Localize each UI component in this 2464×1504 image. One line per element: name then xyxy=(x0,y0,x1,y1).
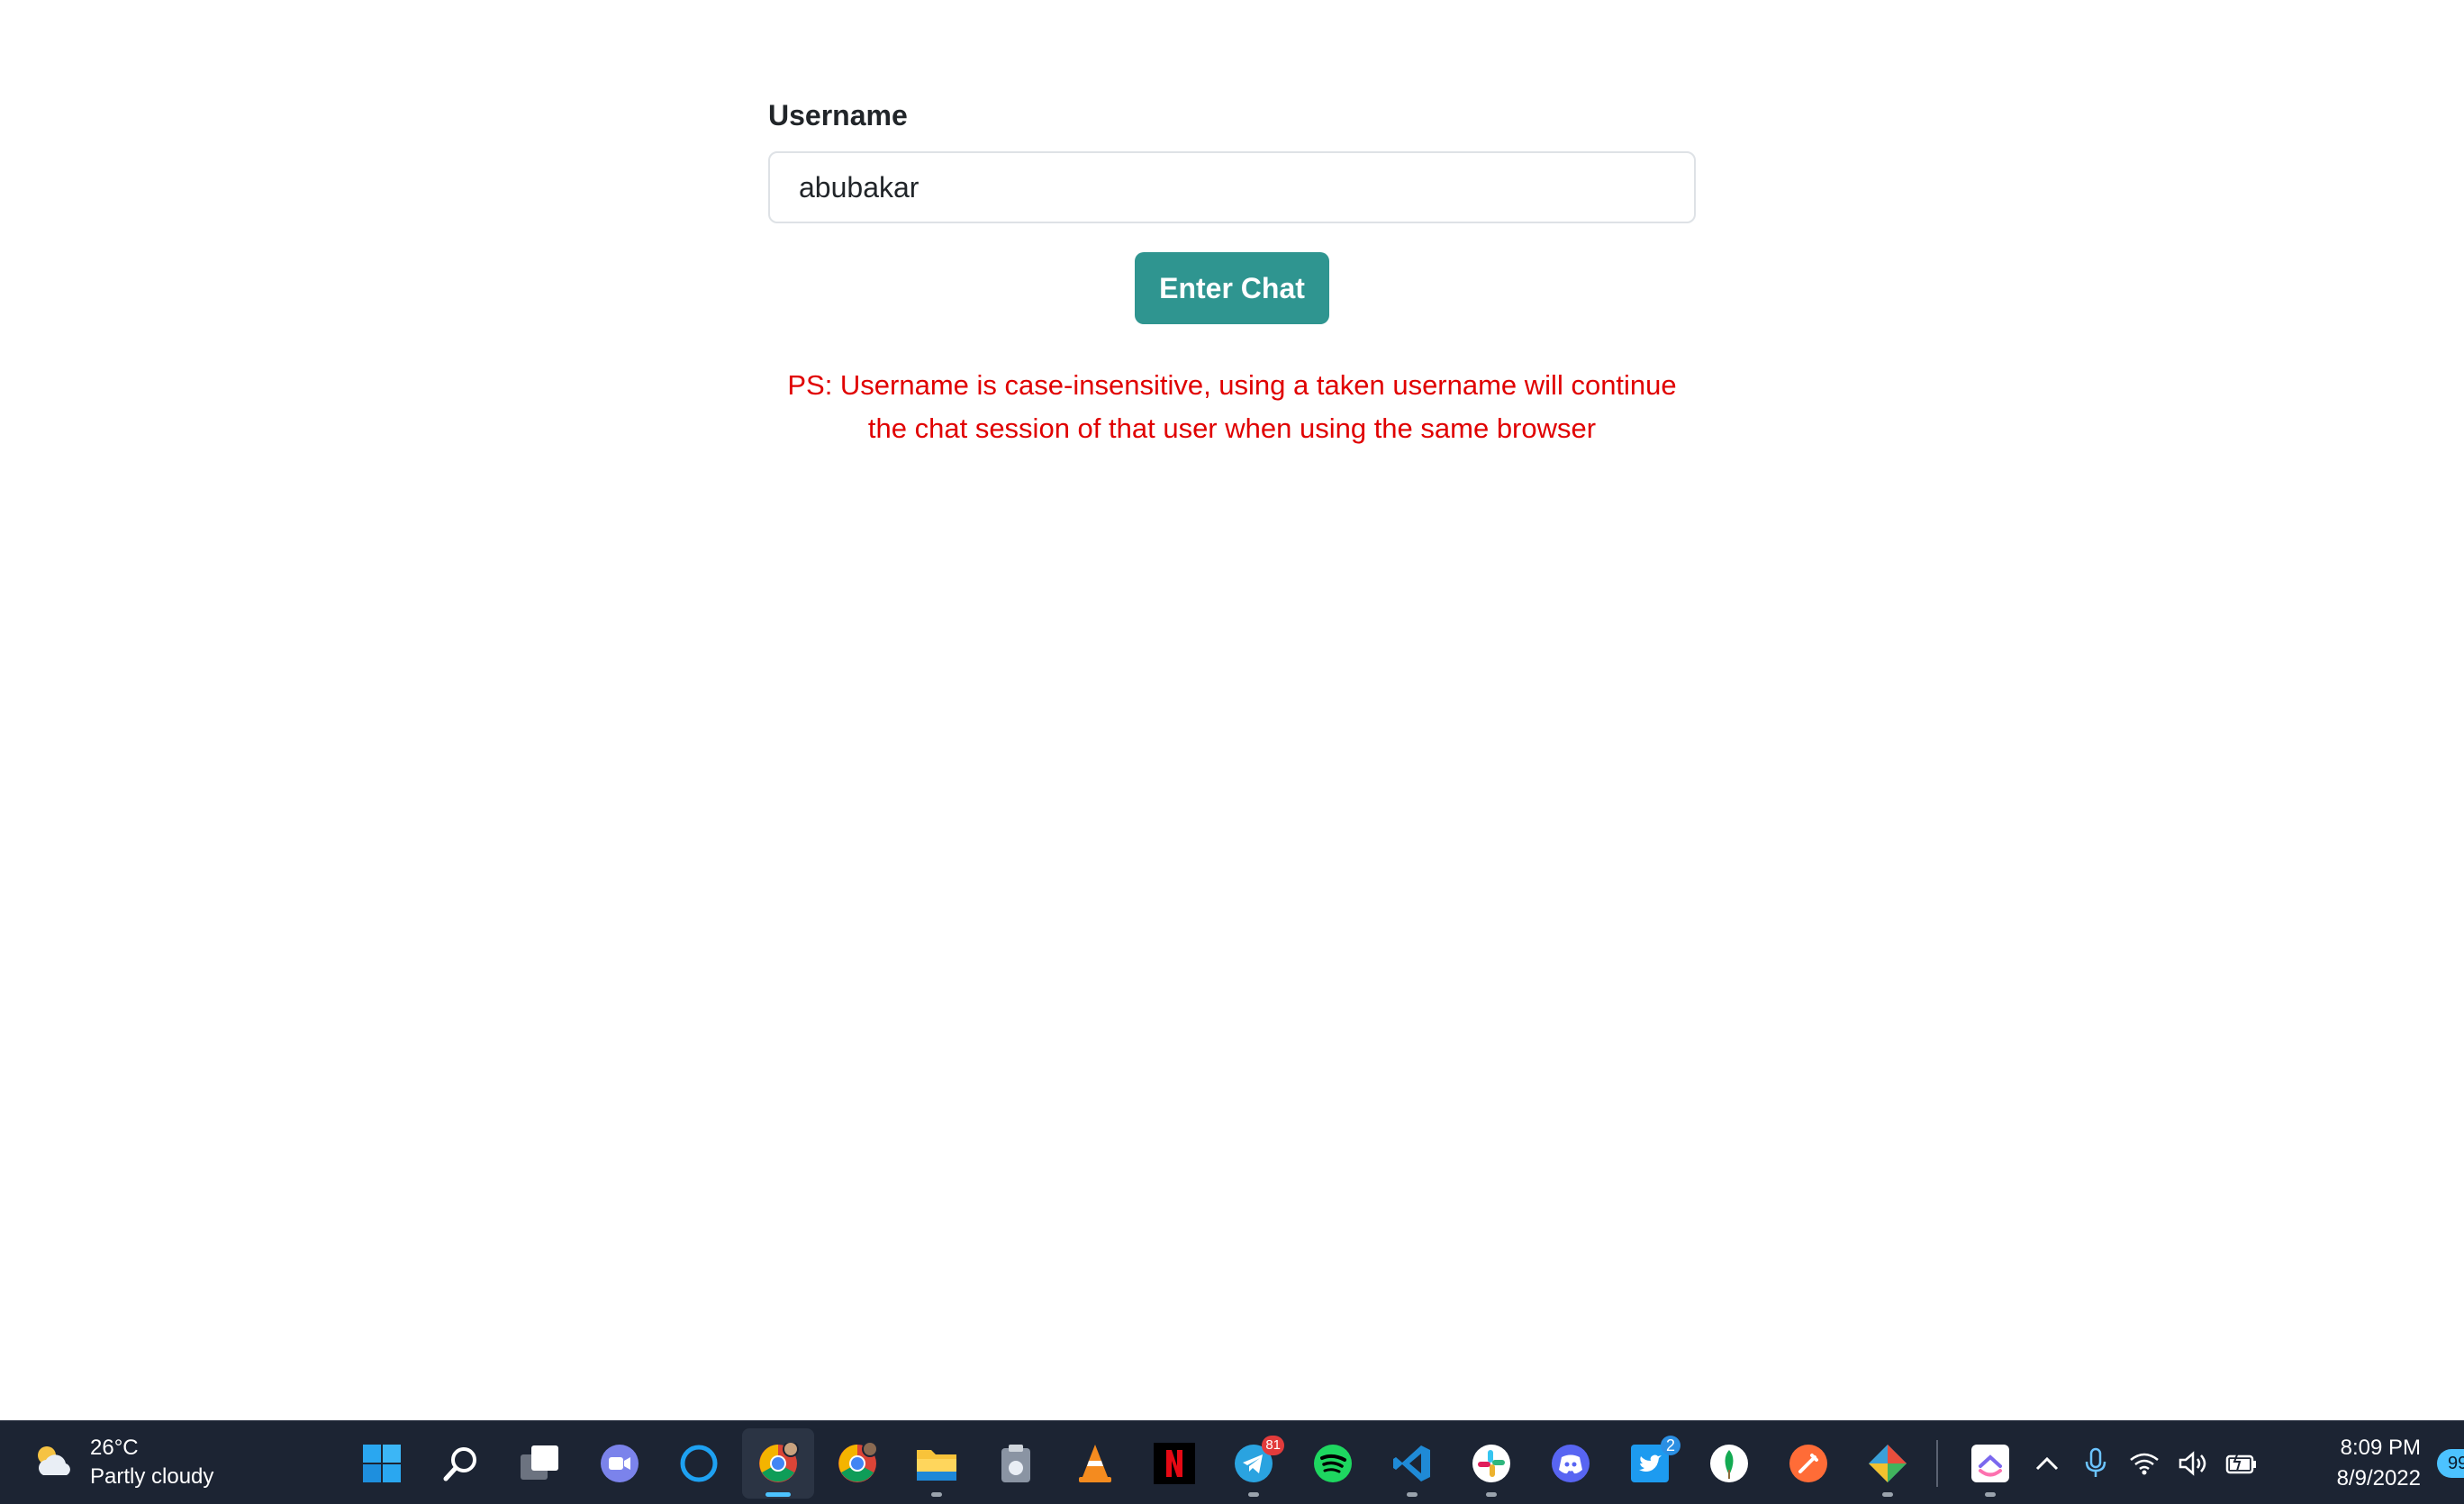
taskbar-separator xyxy=(1936,1439,1938,1487)
clipboard-app-button[interactable] xyxy=(980,1428,1052,1499)
wifi-icon xyxy=(2130,1453,2159,1474)
mongodb-compass-button[interactable] xyxy=(1693,1428,1765,1499)
mongodb-leaf-icon xyxy=(1710,1444,1748,1482)
taskbar: 26°C Partly cloudy 81 2 8:09 PM 8/9/2022… xyxy=(0,1420,2464,1504)
running-indicator xyxy=(1882,1491,1893,1497)
cortana-icon xyxy=(680,1445,718,1481)
twitter-notification-badge: 2 xyxy=(1661,1435,1680,1455)
vlc-button[interactable] xyxy=(1059,1428,1131,1499)
weather-condition: Partly cloudy xyxy=(90,1464,214,1489)
teams-chat-button[interactable] xyxy=(584,1428,656,1499)
netflix-button[interactable] xyxy=(1138,1428,1210,1499)
clipboard-icon xyxy=(1001,1444,1030,1482)
search-button[interactable] xyxy=(425,1428,497,1499)
username-form: Username Enter Chat PS: Username is case… xyxy=(768,97,1696,450)
slack-button[interactable] xyxy=(1455,1428,1527,1499)
spotify-button[interactable] xyxy=(1297,1428,1369,1499)
chrome-icon xyxy=(759,1442,799,1482)
postman-icon xyxy=(1789,1444,1827,1482)
weather-temperature: 26°C xyxy=(90,1436,139,1460)
speaker-icon xyxy=(2179,1450,2206,1476)
partly-cloudy-icon xyxy=(38,1446,70,1475)
twitter-button[interactable]: 2 xyxy=(1614,1428,1686,1499)
git-client-button[interactable] xyxy=(1852,1428,1924,1499)
chat-login-page: Username Enter Chat PS: Username is case… xyxy=(0,0,2464,1504)
notification-count-badge[interactable]: 99+ xyxy=(2437,1448,2464,1478)
windows-start-icon xyxy=(363,1444,401,1482)
chrome-profile-1-button[interactable] xyxy=(742,1427,814,1499)
clickup-icon xyxy=(1971,1444,2009,1482)
clock-time: 8:09 PM xyxy=(2340,1435,2421,1460)
vscode-icon xyxy=(1393,1445,1430,1481)
battery-button[interactable] xyxy=(2221,1443,2262,1484)
telegram-button[interactable]: 81 xyxy=(1218,1428,1290,1499)
clock-date: 8/9/2022 xyxy=(2336,1465,2421,1490)
note-line-2: the chat session of that user when using… xyxy=(867,412,1597,444)
task-view-button[interactable] xyxy=(504,1428,576,1499)
volume-button[interactable] xyxy=(2172,1443,2214,1484)
clock[interactable]: 8:09 PM 8/9/2022 xyxy=(2295,1433,2421,1494)
discord-button[interactable] xyxy=(1535,1428,1607,1499)
start-button[interactable] xyxy=(346,1428,418,1499)
discord-icon xyxy=(1552,1444,1590,1482)
running-indicator xyxy=(1486,1491,1497,1497)
battery-charging-icon xyxy=(2225,1452,2256,1473)
chrome-icon xyxy=(838,1442,878,1482)
vlc-cone-icon xyxy=(1079,1444,1111,1482)
running-indicator xyxy=(931,1491,942,1497)
system-tray: 8:09 PM 8/9/2022 99+ xyxy=(2026,1421,2464,1504)
chevron-up-icon xyxy=(2035,1456,2059,1470)
postman-button[interactable] xyxy=(1772,1428,1844,1499)
folder-icon xyxy=(917,1449,956,1481)
taskbar-apps: 81 2 xyxy=(346,1421,2034,1504)
weather-widget[interactable]: 26°C Partly cloudy xyxy=(31,1434,213,1491)
button-row: Enter Chat xyxy=(768,252,1696,324)
running-indicator xyxy=(1985,1491,1996,1497)
vs-code-button[interactable] xyxy=(1376,1428,1448,1499)
file-explorer-button[interactable] xyxy=(901,1428,973,1499)
clickup-button[interactable] xyxy=(1954,1428,2026,1499)
git-diamond-icon xyxy=(1869,1444,1907,1482)
telegram-unread-badge: 81 xyxy=(1262,1435,1284,1455)
enter-chat-button[interactable]: Enter Chat xyxy=(1135,252,1329,324)
netflix-icon xyxy=(1154,1442,1195,1484)
microphone-icon xyxy=(2085,1447,2106,1477)
teams-chat-icon xyxy=(601,1444,639,1482)
note-line-1: PS: Username is case-insensitive, using … xyxy=(787,369,1677,401)
wifi-button[interactable] xyxy=(2124,1443,2165,1484)
slack-icon xyxy=(1472,1444,1510,1482)
running-indicator xyxy=(1407,1491,1418,1497)
microphone-button[interactable] xyxy=(2075,1443,2116,1484)
case-insensitive-note: PS: Username is case-insensitive, using … xyxy=(768,364,1696,450)
spotify-icon xyxy=(1314,1444,1352,1482)
chrome-profile-2-button[interactable] xyxy=(821,1428,893,1499)
search-icon xyxy=(443,1446,476,1481)
show-hidden-icons-button[interactable] xyxy=(2026,1443,2068,1484)
username-input[interactable] xyxy=(768,151,1696,223)
username-label: Username xyxy=(768,99,908,131)
cortana-button[interactable] xyxy=(663,1428,735,1499)
running-indicator xyxy=(1248,1491,1259,1497)
task-view-icon xyxy=(521,1445,558,1480)
active-indicator xyxy=(765,1491,791,1497)
